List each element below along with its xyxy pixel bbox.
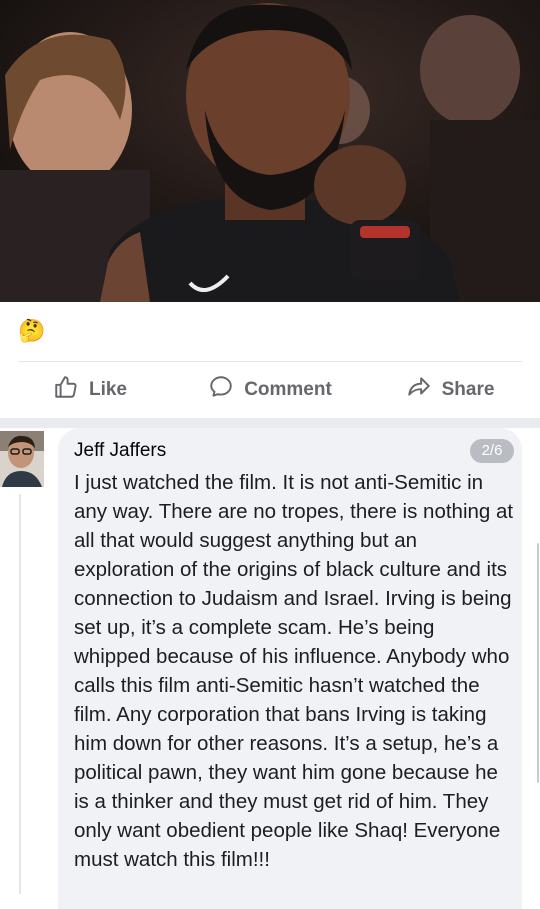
page-counter-badge: 2/6	[470, 439, 514, 463]
comment-bubble: Jeff Jaffers 2/6 I just watched the film…	[58, 428, 522, 909]
thumbs-up-icon	[53, 374, 79, 406]
avatar[interactable]	[0, 431, 44, 487]
section-separator	[0, 418, 540, 428]
comment-label: Comment	[244, 379, 332, 400]
comment-bubble-icon	[208, 374, 234, 406]
comment-text: I just watched the film. It is not anti-…	[74, 471, 514, 871]
share-button[interactable]: Share	[360, 362, 540, 418]
comment-button[interactable]: Comment	[180, 362, 360, 418]
post-action-bar: Like Comment Share	[0, 362, 540, 418]
post-photo-illustration	[0, 0, 540, 302]
reaction-emoji[interactable]: 🤔	[18, 318, 45, 344]
avatar-image	[0, 431, 44, 487]
scrollbar[interactable]	[537, 543, 539, 783]
reply-thread-line	[19, 494, 21, 894]
comment-author[interactable]: Jeff Jaffers	[74, 440, 166, 462]
post-photo[interactable]	[0, 0, 540, 302]
like-label: Like	[88, 379, 128, 400]
thinking-face-icon: 🤔	[18, 318, 46, 343]
share-arrow-icon	[406, 374, 432, 406]
share-label: Share	[441, 379, 495, 400]
like-button[interactable]: Like	[0, 362, 180, 418]
